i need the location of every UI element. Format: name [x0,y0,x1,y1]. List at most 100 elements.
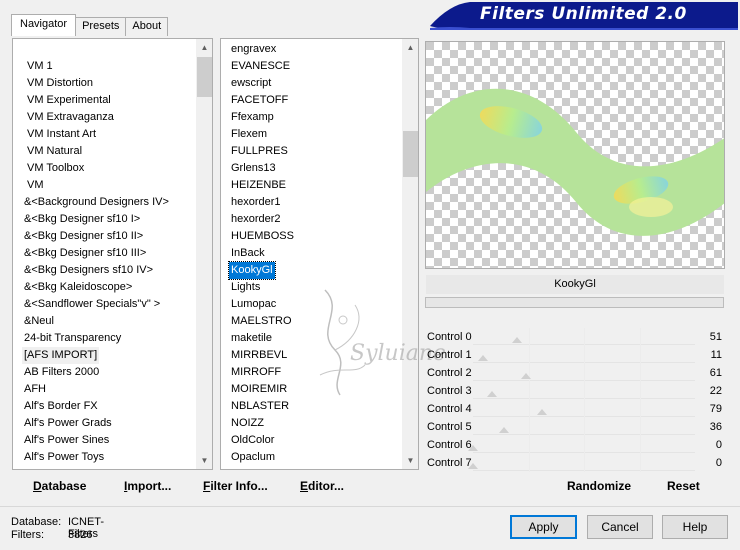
category-item[interactable]: 24-bit Transparency [22,330,123,347]
reset-button[interactable]: Reset [667,479,700,493]
status-filters-value: 3826 [68,529,93,541]
control-row: Control 3 22 [425,382,725,400]
filter-item[interactable]: hexorder1 [229,194,283,211]
category-item[interactable]: &<Bkg Designers sf10 IV> [22,262,155,279]
filter-item[interactable]: Ffexamp [229,109,276,126]
scroll-thumb[interactable] [403,131,418,177]
control-row: Control 4 79 [425,400,725,418]
category-item[interactable]: [AFS IMPORT] [22,347,100,364]
filter-item[interactable]: InBack [229,245,267,262]
slider-thumb[interactable] [512,337,523,343]
category-item[interactable]: &<Bkg Designer sf10 III> [22,245,148,262]
filter-item[interactable]: MIRRBEVL [229,347,289,364]
slider-tick [639,454,641,472]
filter-item[interactable]: NBLASTER [229,398,291,415]
filter-item[interactable]: hexorder2 [229,211,283,228]
slider-tick [584,382,585,400]
filter-item[interactable]: Flexem [229,126,269,143]
cancel-button[interactable]: Cancel [587,515,653,539]
editor-button[interactable]: Editor... [300,479,344,493]
category-item[interactable]: &Neul [22,313,56,330]
filter-item[interactable]: OldColor [229,432,276,449]
control-slider[interactable] [468,454,695,472]
control-value: 61 [709,367,722,379]
control-value: 22 [709,385,722,397]
filter-item[interactable]: Opaclum [229,449,277,466]
control-slider[interactable] [473,400,695,418]
category-item[interactable]: Alf's Power Toys [22,449,106,466]
control-value: 79 [709,403,722,415]
filter-item[interactable]: MAELSTRO [229,313,294,330]
category-item[interactable]: Alf's Power Grads [22,415,114,432]
control-slider[interactable] [473,346,695,364]
category-scrollbar[interactable]: ▲ ▼ [196,39,212,469]
filter-item[interactable]: Lights [229,279,262,296]
filter-item[interactable]: NOIZZ [229,415,266,432]
slider-tick [639,400,641,418]
filter-item[interactable]: engravex [229,41,278,58]
filter-item[interactable]: MOIREMIR [229,381,289,398]
filter-list[interactable]: engravex EVANESCE ewscript FACETOFF Ffexamp F… [220,38,419,470]
slider-thumb[interactable] [521,373,532,379]
tab-about[interactable]: About [125,17,169,36]
slider-thumb[interactable] [468,463,478,469]
filter-item[interactable]: HUEMBOSS [229,228,296,245]
slider-thumb[interactable] [487,391,498,397]
category-item[interactable]: VM Distortion [25,75,95,92]
apply-button[interactable]: Apply [510,515,577,539]
category-item[interactable]: VM Extravaganza [25,109,116,126]
control-row: Control 5 36 [425,418,725,436]
category-item[interactable]: VM 1 [25,58,55,75]
control-value: 51 [709,331,722,343]
tab-presets[interactable]: Presets [75,17,127,36]
database-button[interactable]: Database [33,479,86,493]
control-label: Control 3 [427,385,472,397]
category-item[interactable]: VM Natural [25,143,84,160]
category-item[interactable]: &<Bkg Kaleidoscope> [22,279,134,296]
randomize-button[interactable]: Randomize [567,479,631,493]
filter-item[interactable]: maketile [229,330,274,347]
category-item[interactable]: &<Bkg Designer sf10 II> [22,228,145,245]
filter-item[interactable]: FULLPRES [229,143,290,160]
filter-item[interactable]: EVANESCE [229,58,292,75]
category-item[interactable]: VM Instant Art [25,126,98,143]
filter-item[interactable]: Grlens13 [229,160,278,177]
filter-scrollbar[interactable]: ▲ ▼ [402,39,418,469]
slider-tick [584,346,585,364]
scroll-thumb[interactable] [197,57,212,97]
filter-item[interactable]: ewscript [229,75,273,92]
scroll-up-icon[interactable]: ▲ [196,39,212,56]
filter-item[interactable]: HEIZENBE [229,177,288,194]
category-item[interactable]: &<Sandflower Specials"v" > [22,296,162,313]
category-item[interactable]: AFH [22,381,48,398]
category-item[interactable]: &<Bkg Designer sf10 I> [22,211,142,228]
category-item[interactable]: VM Experimental [25,92,113,109]
tab-navigator[interactable]: Navigator [11,14,77,36]
category-item[interactable]: VM Toolbox [25,160,86,177]
filter-info-button[interactable]: Filter Info... [203,479,268,493]
control-slider[interactable] [473,328,695,346]
scroll-down-icon[interactable]: ▼ [196,452,212,469]
category-item[interactable]: Alf's Border FX [22,398,100,415]
category-item[interactable]: &<Background Designers IV> [22,194,171,211]
slider-thumb[interactable] [499,427,510,433]
filter-item[interactable]: KookyGl [228,261,276,280]
slider-thumb[interactable] [477,355,488,361]
scroll-down-icon[interactable]: ▼ [402,452,418,469]
slider-thumb[interactable] [536,409,547,415]
category-item[interactable]: VM [25,177,46,194]
category-item[interactable]: AB Filters 2000 [22,364,101,381]
filter-item[interactable]: FACETOFF [229,92,290,109]
slider-thumb[interactable] [468,445,478,451]
control-slider[interactable] [473,364,695,382]
help-button[interactable]: Help [662,515,728,539]
filter-item[interactable]: MIRROFF [229,364,283,381]
control-slider[interactable] [473,382,695,400]
import-button[interactable]: Import... [124,479,171,493]
category-item[interactable]: Alf's Power Sines [22,432,111,449]
filter-item[interactable]: Lumopac [229,296,278,313]
control-slider[interactable] [468,436,695,454]
category-list[interactable]: VM 1 VM Distortion VM Experimental VM Extra… [12,38,213,470]
control-slider[interactable] [473,418,695,436]
scroll-up-icon[interactable]: ▲ [402,39,418,56]
